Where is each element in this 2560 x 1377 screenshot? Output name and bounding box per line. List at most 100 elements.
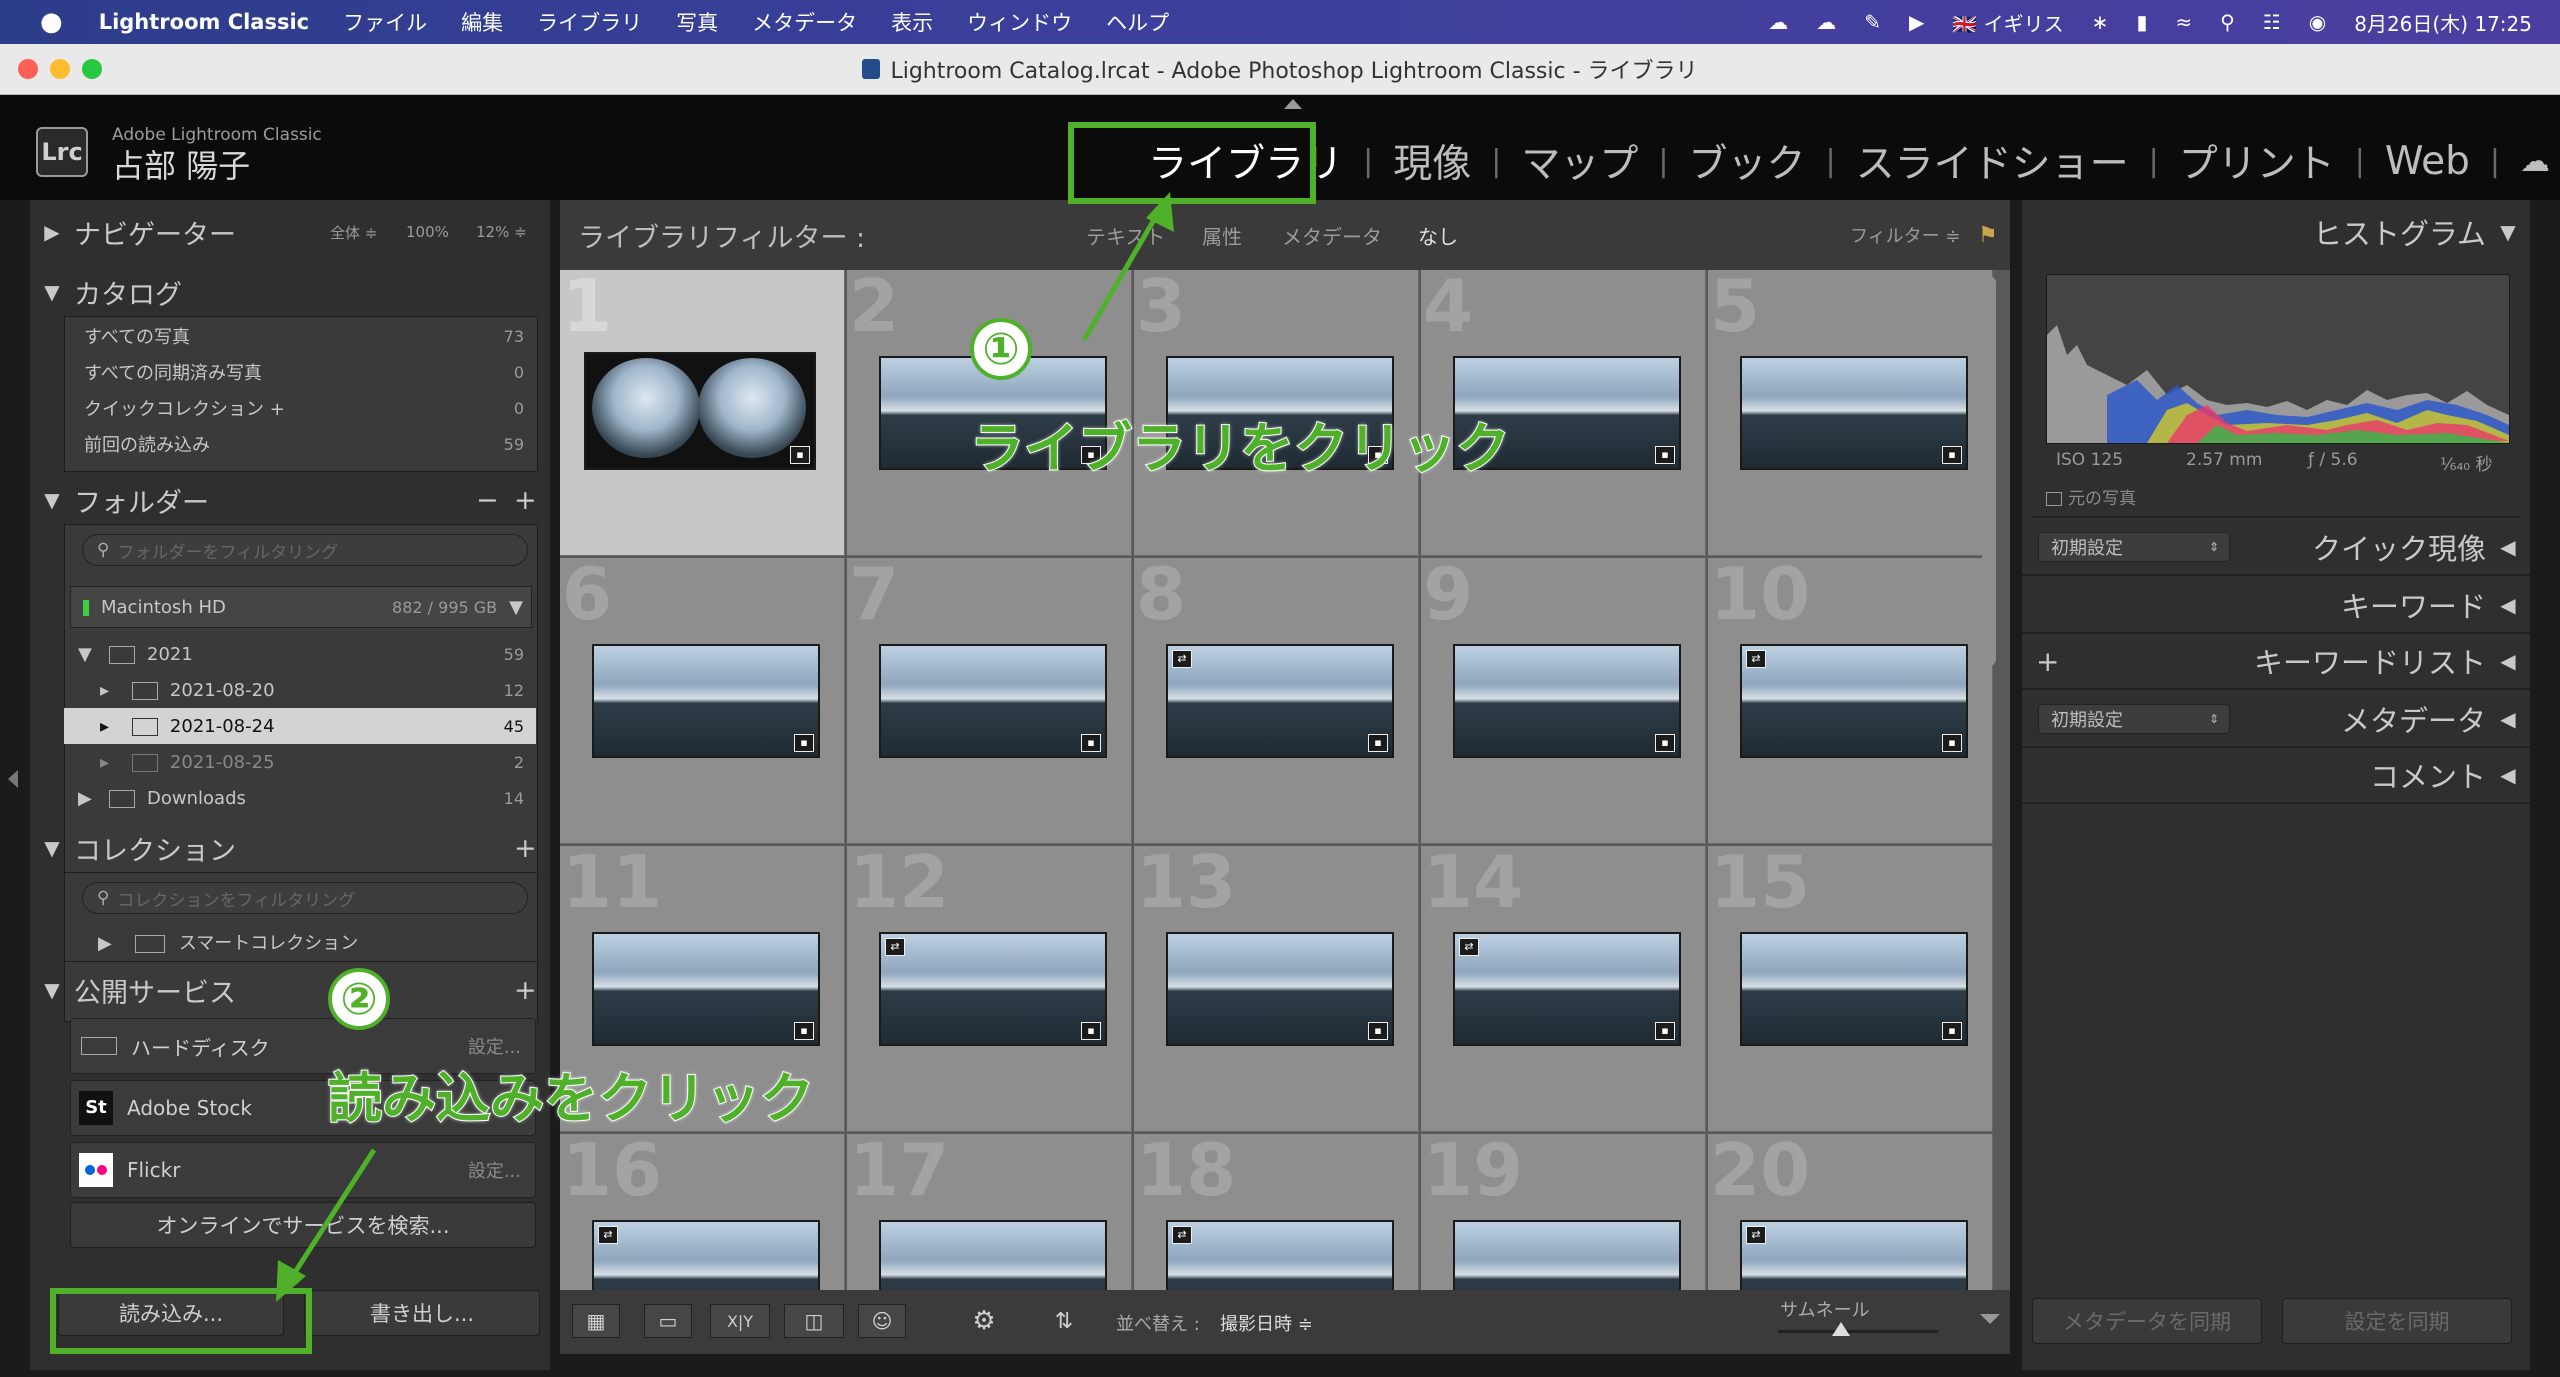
histogram-header[interactable]: ヒストグラム ▼ [2022, 204, 2530, 260]
photo-thumbnail[interactable]: ▪⇄ [879, 932, 1107, 1046]
survey-view-icon[interactable]: ◫ [784, 1304, 844, 1338]
expand-triangle-icon[interactable]: ◀ [2486, 763, 2530, 787]
catalog-item-quick-collection[interactable]: クイックコレクション +0 [64, 390, 536, 426]
add-folder-icon[interactable]: + [514, 485, 537, 516]
collections-header[interactable]: ▼ コレクション + [30, 826, 550, 870]
filter-preset-select[interactable]: フィルター ≑ [1850, 222, 1960, 248]
cloud-icon[interactable]: ☁ [1816, 10, 1836, 34]
grid-cell[interactable]: 13 ▪ [1134, 846, 1419, 1132]
grid-view-icon[interactable]: ▦ [572, 1304, 620, 1338]
thumbnail-size-slider[interactable] [1778, 1330, 1938, 1333]
flickr-settings[interactable]: 設定... [468, 1157, 521, 1183]
photo-thumbnail[interactable]: ▪ [1453, 1220, 1681, 1290]
sync-settings-button[interactable]: 設定を同期 [2282, 1298, 2512, 1344]
metadata-preset-select[interactable]: 初期設定 ⇕ [2038, 704, 2230, 734]
zoom-100[interactable]: 100% [406, 223, 449, 241]
metadata-header[interactable]: 初期設定 ⇕ メタデータ ◀ [2022, 692, 2530, 748]
sort-direction-icon[interactable]: ⇅ [1040, 1304, 1088, 1338]
menu-metadata[interactable]: メタデータ [752, 7, 857, 37]
menu-help[interactable]: ヘルプ [1106, 7, 1169, 37]
module-print[interactable]: プリント [2179, 133, 2335, 189]
menu-photo[interactable]: 写真 [676, 7, 718, 37]
grid-cell[interactable]: 9 ▪ [1421, 558, 1706, 844]
grid-cell[interactable]: 10 ▪ ⇄ [1708, 558, 1993, 844]
cloud-sync-icon[interactable]: ☁ [2520, 144, 2550, 179]
catalog-item-all-photos[interactable]: すべての写真 73 [64, 318, 536, 354]
photo-thumbnail[interactable]: ▪ [592, 644, 820, 758]
folder-2021-08-20[interactable]: ▸ 2021-08-20 12 [64, 672, 536, 708]
menu-window[interactable]: ウィンドウ [967, 7, 1072, 37]
volume-macintosh-hd[interactable]: Macintosh HD 882 / 995 GB ▼ [70, 586, 532, 628]
menu-edit[interactable]: 編集 [461, 7, 503, 37]
filter-metadata[interactable]: メタデータ [1282, 221, 1382, 250]
zoom-window-icon[interactable] [82, 59, 102, 79]
grid-cell[interactable]: 14 ▪ ⇄ [1421, 846, 1706, 1132]
zoom-custom[interactable]: 12% ≑ [476, 223, 527, 241]
comment-badge-icon[interactable]: ▪ [1368, 1022, 1388, 1040]
zoom-fit[interactable]: 全体 ≑ [330, 222, 377, 243]
creative-cloud-icon[interactable]: ☁ [1768, 10, 1788, 34]
photo-thumbnail[interactable]: ▪⇄ [1166, 644, 1394, 758]
folder-2021-08-24[interactable]: ▸ 2021-08-24 45 [64, 708, 536, 744]
photo-thumbnail[interactable]: ▪⇄ [1453, 932, 1681, 1046]
menu-app-name[interactable]: Lightroom Classic [99, 10, 309, 34]
edited-badge-icon[interactable]: ⇄ [1172, 1226, 1192, 1244]
original-photo-checkbox[interactable]: 元の写真 [2046, 484, 2136, 509]
comments-header[interactable]: コメント ◀ [2022, 748, 2530, 804]
grid-cell[interactable]: 15 ▪ [1708, 846, 1993, 1132]
photo-thumbnail[interactable]: ▪ [584, 352, 816, 470]
menu-view[interactable]: 表示 [891, 7, 933, 37]
grid-cell[interactable]: 18 ▪⇄ [1134, 1134, 1419, 1290]
comment-badge-icon[interactable]: ▪ [1942, 446, 1962, 464]
folders-header[interactable]: ▼ フォルダー − + [30, 478, 550, 522]
comment-badge-icon[interactable]: ▪ [1081, 734, 1101, 752]
add-keyword-icon[interactable]: + [2036, 645, 2059, 678]
folder-filter-input[interactable]: ⚲ フォルダーをフィルタリング [82, 534, 528, 566]
apple-menu-icon[interactable]: ● [40, 7, 63, 37]
lock-icon[interactable]: ⚑ [1978, 223, 1998, 248]
comment-badge-icon[interactable]: ▪ [1942, 734, 1962, 752]
loupe-view-icon[interactable]: ▭ [644, 1304, 692, 1338]
expand-triangle-icon[interactable]: ▶ [30, 220, 74, 244]
bluetooth-icon[interactable]: ∗ [2092, 10, 2109, 34]
minimize-window-icon[interactable] [50, 59, 70, 79]
comment-badge-icon[interactable]: ▪ [1942, 1022, 1962, 1040]
volume-menu-icon[interactable]: ▼ [509, 597, 531, 618]
comment-badge-icon[interactable]: ▪ [794, 1022, 814, 1040]
close-window-icon[interactable] [18, 59, 38, 79]
left-panel-collapse-icon[interactable] [8, 770, 18, 788]
remove-folder-icon[interactable]: − [476, 485, 499, 516]
edited-badge-icon[interactable]: ⇄ [885, 938, 905, 956]
collection-filter-input[interactable]: ⚲ コレクションをフィルタリング [82, 882, 528, 914]
collapse-header-arrow-icon[interactable] [1284, 99, 1302, 109]
grid-cell[interactable]: 12 ▪ ⇄ [847, 846, 1132, 1132]
module-develop[interactable]: 現像 [1393, 133, 1471, 189]
publish-services-header[interactable]: ▼ 公開サービス + [30, 968, 550, 1012]
grid-scrollbar[interactable] [1982, 276, 1996, 666]
edited-badge-icon[interactable]: ⇄ [1459, 938, 1479, 956]
catalog-item-synced[interactable]: すべての同期済み写真 0 [64, 354, 536, 390]
photo-thumbnail[interactable]: ▪ [879, 644, 1107, 758]
folder-2021-08-25[interactable]: ▸ 2021-08-25 2 [64, 744, 536, 780]
add-collection-icon[interactable]: + [514, 833, 537, 864]
quick-develop-header[interactable]: 初期設定 ⇕ クイック現像 ◀ [2022, 520, 2530, 576]
module-map[interactable]: マップ [1521, 133, 1638, 189]
grid-cell[interactable]: 6 ▪ [560, 558, 845, 844]
keyword-list-header[interactable]: + キーワードリスト ◀ [2022, 634, 2530, 690]
catalog-header[interactable]: ▼ カタログ [30, 270, 550, 314]
expand-triangle-icon[interactable]: ◀ [2486, 535, 2530, 559]
module-web[interactable]: Web [2385, 139, 2470, 184]
comment-badge-icon[interactable]: ▪ [790, 446, 810, 464]
input-source[interactable]: 🇬🇧 イギリス [1952, 8, 2063, 37]
photo-thumbnail[interactable]: ▪⇄ [1166, 1220, 1394, 1290]
compare-view-icon[interactable]: X|Y [710, 1304, 770, 1338]
catalog-item-previous-import[interactable]: 前回の読み込み 59 [64, 426, 536, 462]
photo-thumbnail[interactable]: ▪ [1453, 644, 1681, 758]
grid-cell[interactable]: 17 ▪ [847, 1134, 1132, 1290]
grid-cell[interactable]: 5 ▪ [1708, 270, 1993, 556]
pen-icon[interactable]: ✎ [1864, 10, 1881, 34]
expand-triangle-icon[interactable]: ◀ [2486, 707, 2530, 731]
painter-icon[interactable]: ⚙ [960, 1304, 1008, 1338]
photo-thumbnail[interactable]: ▪⇄ [1740, 644, 1968, 758]
expand-triangle-icon[interactable]: ◀ [2486, 649, 2530, 673]
